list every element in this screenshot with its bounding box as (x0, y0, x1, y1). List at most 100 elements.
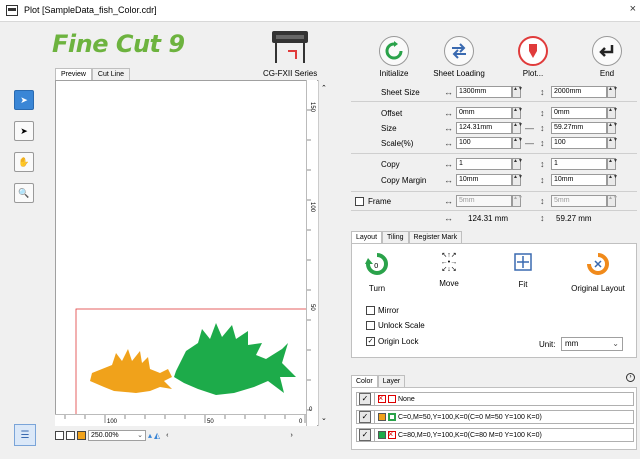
split-view-icon[interactable] (66, 430, 75, 440)
zoom-fit-icon[interactable]: ◭ (154, 431, 160, 440)
link-icon[interactable]: — (525, 138, 534, 148)
scale-y-input[interactable]: 100 (551, 137, 607, 149)
app-icon (6, 5, 18, 16)
zoom-icon[interactable]: 🔍 (14, 183, 34, 203)
end-label: End (599, 69, 615, 78)
original-layout-button[interactable]: Original Layout (562, 252, 634, 293)
scroll-down-icon[interactable]: ⌄ (321, 414, 327, 422)
plot-button[interactable]: Plot... (498, 36, 568, 82)
color-visible-checkbox[interactable]: ✓ (359, 393, 371, 405)
green-fish (174, 323, 296, 395)
status-bar: 250.00% ⌄ ▴ ◭ ‹ › (55, 428, 330, 442)
totals-row: ↔ 124.31 mm ↕ 59.27 mm (351, 212, 637, 226)
horizontal-arrow-icon: ↔ (444, 213, 453, 223)
node-pointer-icon[interactable]: ➤ (14, 121, 34, 141)
copy-y-input[interactable]: 1 (551, 158, 607, 170)
copy-margin-y-spinner[interactable]: ▲▼ (607, 174, 618, 186)
offset-y-input[interactable]: 0mm (551, 107, 607, 119)
expand-icon[interactable]: › (626, 373, 635, 382)
vertical-arrow-icon: ↕ (540, 108, 545, 118)
frame-y-spinner[interactable]: ▲▼ (607, 195, 618, 207)
window-title: Plot [SampleData_fish_Color.cdr] (24, 5, 157, 15)
scroll-up-icon[interactable]: ⌃ (321, 84, 327, 92)
tab-preview[interactable]: Preview (55, 68, 92, 80)
hand-icon[interactable]: ✋ (14, 152, 34, 172)
cut-disabled-swatch (388, 429, 396, 439)
size-height-spinner[interactable]: ▲▼ (607, 122, 618, 134)
tab-cut-line[interactable]: Cut Line (91, 68, 130, 80)
vruler-label-100: 100 (309, 202, 315, 213)
vertical-arrow-icon: ↕ (540, 175, 545, 185)
offset-label: Offset (381, 109, 403, 118)
color-visible-checkbox[interactable]: ✓ (359, 429, 371, 441)
divider (374, 410, 375, 424)
color-visible-checkbox[interactable]: ✓ (359, 411, 371, 423)
sheet-height-input[interactable]: 2000mm (551, 86, 607, 98)
frame-x-input[interactable]: 5mm (456, 195, 512, 207)
preview-canvas[interactable] (55, 80, 330, 426)
size-width-input[interactable]: 124.31mm (456, 122, 512, 134)
end-button[interactable]: End (572, 36, 640, 82)
scale-x-spinner[interactable]: ▲▼ (512, 137, 523, 149)
highlight-icon[interactable] (77, 430, 86, 440)
move-button[interactable]: ↖↑↗ ←•→ ↙↓↘ Move (434, 252, 464, 288)
mirror-checkbox[interactable] (366, 306, 375, 315)
sheet-width-input[interactable]: 1300mm (456, 86, 512, 98)
copy-margin-x-input[interactable]: 10mm (456, 174, 512, 186)
close-icon[interactable]: × (630, 3, 636, 15)
sheet-width-spinner[interactable]: ▲▼ (512, 86, 523, 98)
frame-row: Frame ↔ 5mm ▲▼ ↕ 5mm ▲▼ (351, 195, 637, 209)
scroll-left-icon[interactable]: ‹ (166, 432, 168, 439)
copy-margin-x-spinner[interactable]: ▲▼ (512, 174, 523, 186)
zoom-select[interactable]: 250.00% ⌄ (88, 429, 146, 441)
green-fill-swatch (378, 431, 386, 439)
frame-y-input[interactable]: 5mm (551, 195, 607, 207)
divider (351, 191, 637, 192)
offset-y-spinner[interactable]: ▲▼ (607, 107, 618, 119)
end-icon (592, 36, 622, 66)
sheet-loading-button[interactable]: Sheet Loading (424, 36, 494, 82)
tool-palette: ➤ ➤ ✋ 🔍 (14, 90, 36, 214)
unlock-scale-checkbox[interactable] (366, 321, 375, 330)
sheet-height-spinner[interactable]: ▲▼ (607, 86, 618, 98)
offset-row: Offset ↔ 0mm ▲▼ ↕ 0mm ▲▼ (351, 107, 637, 121)
frame-x-spinner[interactable]: ▲▼ (512, 195, 523, 207)
no-color-outline-swatch (388, 395, 396, 403)
color-row[interactable]: ✓ None (356, 392, 634, 406)
origin-lock-checkbox[interactable]: ✓ (366, 337, 375, 346)
grid-view-icon[interactable] (55, 430, 64, 440)
vruler-label-50: 50 (309, 304, 315, 311)
offset-x-spinner[interactable]: ▲▼ (512, 107, 523, 119)
turn-button[interactable]: 0 Turn (362, 252, 392, 293)
link-icon[interactable]: — (525, 123, 534, 133)
offset-x-input[interactable]: 0mm (456, 107, 512, 119)
initialize-button[interactable]: Initialize (359, 36, 429, 82)
vertical-scrollbar[interactable]: ⌃ ⌄ (318, 80, 330, 426)
initialize-icon (379, 36, 409, 66)
color-row[interactable]: ✓ C=80,M=0,Y=100,K=0(C=80 M=0 Y=100 K=0) (356, 428, 634, 442)
origin-lock-option[interactable]: ✓ Origin Lock (366, 337, 418, 346)
copy-x-spinner[interactable]: ▲▼ (512, 158, 523, 170)
fit-button[interactable]: Fit (508, 252, 538, 289)
size-width-spinner[interactable]: ▲▼ (512, 122, 523, 134)
unit-select[interactable]: mm ⌄ (561, 337, 623, 351)
color-row[interactable]: ✓ C=0,M=50,Y=100,K=0(C=0 M=50 Y=100 K=0) (356, 410, 634, 424)
mirror-option[interactable]: Mirror (366, 306, 399, 315)
copy-margin-y-input[interactable]: 10mm (551, 174, 607, 186)
unlock-scale-option[interactable]: Unlock Scale (366, 321, 425, 330)
copy-x-input[interactable]: 1 (456, 158, 512, 170)
divider (374, 392, 375, 406)
zoom-in-icon[interactable]: ▴ (148, 431, 152, 440)
vertical-arrow-icon: ↕ (540, 213, 545, 223)
list-view-icon[interactable]: ☰ (14, 424, 36, 446)
fit-label: Fit (518, 280, 528, 289)
pointer-icon[interactable]: ➤ (14, 90, 34, 110)
copy-y-spinner[interactable]: ▲▼ (607, 158, 618, 170)
artwork (75, 308, 310, 418)
size-height-input[interactable]: 59.27mm (551, 122, 607, 134)
original-layout-label: Original Layout (571, 284, 625, 293)
scroll-right-icon[interactable]: › (291, 432, 293, 439)
size-row: Size ↔ 124.31mm ▲▼ — ↕ 59.27mm ▲▼ (351, 122, 637, 136)
scale-x-input[interactable]: 100 (456, 137, 512, 149)
scale-y-spinner[interactable]: ▲▼ (607, 137, 618, 149)
